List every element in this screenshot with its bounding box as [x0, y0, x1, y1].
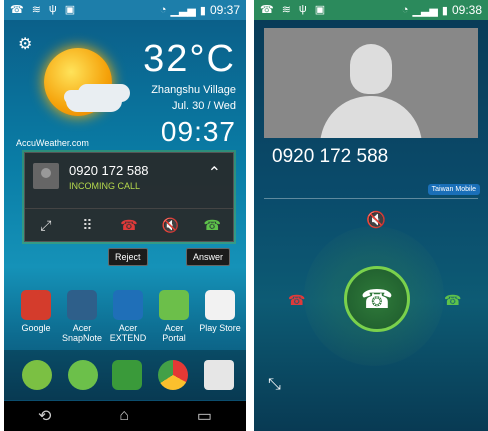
usb-icon: ψ [298, 3, 307, 15]
play-store-icon [205, 290, 235, 320]
image-icon: ▣ [314, 4, 326, 16]
navigation-bar: ⟲ ⌂ ▭ [4, 401, 246, 431]
battery-icon: ▮ [441, 4, 448, 17]
home-icon[interactable]: ⌂ [119, 407, 129, 425]
cloud-icon [66, 90, 122, 112]
phone-icon: ☎ [10, 4, 24, 16]
minimize-icon[interactable]: ⤡ [268, 376, 281, 394]
decline-target-icon[interactable]: ☎ [288, 292, 305, 309]
avatar [33, 163, 59, 189]
status-time: 09:38 [451, 3, 482, 17]
wifi-signal-icon: ◔ [401, 4, 409, 16]
app-label: Google [21, 323, 51, 333]
app-google[interactable]: Google [14, 290, 58, 333]
camera-icon[interactable] [204, 360, 234, 390]
status-bar: ☎ ≋ ψ ▣ ◔ ▁▃▅ ▮ 09:38 [254, 0, 488, 20]
signal-icon: ▁▃▅ [412, 4, 438, 17]
extend-icon [113, 290, 143, 320]
snapnote-icon [67, 290, 97, 320]
caller-number: 0920 172 588 [69, 163, 149, 178]
app-acer-portal[interactable]: Acer Portal [152, 290, 196, 343]
app-acer-extend[interactable]: Acer EXTEND [106, 290, 150, 343]
date-text: Jul. 30 / Wed [172, 100, 236, 112]
answer-tooltip: Answer [186, 248, 231, 266]
accuweather-logo: AccuWeather.com [16, 138, 89, 148]
reject-tooltip: Reject [108, 248, 148, 266]
home-screen-incoming-call: ☎ ≋ ψ ▣ ◔ ▁▃▅ ▮ 09:37 ⚙ AccuWeather.com … [4, 0, 246, 431]
answer-call-icon[interactable]: ☎ [191, 209, 233, 241]
answer-slider-handle[interactable]: ☎ [344, 266, 410, 332]
mute-ringer-icon[interactable]: 🔇 [150, 209, 192, 241]
usb-icon: ψ [48, 3, 57, 15]
accept-target-icon[interactable]: ☎ [444, 292, 461, 309]
app-acer-snapnote[interactable]: Acer SnapNote [60, 290, 104, 343]
wifi-signal-icon: ◔ [159, 4, 167, 16]
app-drawer-icon[interactable] [112, 360, 142, 390]
back-icon[interactable]: ⟲ [38, 406, 51, 426]
incoming-call-screen: ☎ ≋ ψ ▣ ◔ ▁▃▅ ▮ 09:38 0920 172 588 Taiwa… [254, 0, 488, 431]
phone-icon: ☎ [260, 4, 274, 16]
phone-app-icon[interactable] [22, 360, 52, 390]
status-time: 09:37 [209, 3, 240, 17]
portal-icon [159, 290, 189, 320]
image-icon: ▣ [64, 4, 76, 16]
app-label: Play Store [199, 323, 241, 333]
chevron-up-icon[interactable]: ⌃ [208, 163, 221, 183]
status-bar: ☎ ≋ ψ ▣ ◔ ▁▃▅ ▮ 09:37 [4, 0, 246, 20]
chrome-icon[interactable] [158, 360, 188, 390]
wifi-icon: ≋ [31, 4, 41, 16]
incoming-call-popup: 0920 172 588 INCOMING CALL ⌃ ⤢ ⠿ ☎ 🔇 ☎ [24, 152, 234, 242]
keypad-icon[interactable]: ⠿ [67, 209, 109, 241]
signal-icon: ▁▃▅ [170, 4, 196, 17]
app-label: Acer EXTEND [109, 323, 147, 343]
carrier-badge: Taiwan Mobile [427, 184, 480, 195]
caller-photo-placeholder [264, 28, 478, 138]
app-label: Acer Portal [162, 323, 186, 343]
incoming-call-label: INCOMING CALL [69, 181, 141, 191]
app-play-store[interactable]: Play Store [198, 290, 242, 333]
caller-number: 0920 172 588 [272, 146, 389, 167]
city-name: Zhangshu Village [151, 84, 236, 96]
temperature: 32°C [143, 38, 236, 80]
settings-gear-icon[interactable]: ⚙ [18, 34, 32, 54]
reject-call-icon[interactable]: ☎ [108, 209, 150, 241]
messaging-icon[interactable] [68, 360, 98, 390]
app-label: Acer SnapNote [61, 323, 103, 343]
dock [4, 350, 246, 400]
divider [264, 198, 478, 199]
clock-widget: 09:37 [160, 116, 236, 147]
battery-icon: ▮ [199, 4, 206, 17]
phone-handset-icon: ☎ [360, 283, 394, 314]
wifi-icon: ≋ [281, 4, 291, 16]
expand-icon[interactable]: ⤢ [25, 209, 67, 241]
gmail-icon [21, 290, 51, 320]
recent-apps-icon[interactable]: ▭ [197, 406, 212, 426]
